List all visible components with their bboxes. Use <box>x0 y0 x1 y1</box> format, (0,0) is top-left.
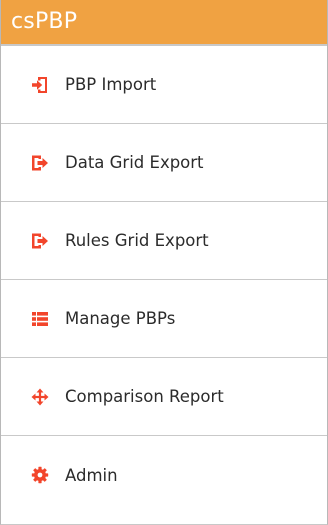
sidebar-item-label: Admin <box>65 465 118 485</box>
sidebar-item-pbp-import[interactable]: PBP Import <box>1 46 327 124</box>
sidebar-item-admin[interactable]: Admin <box>1 436 327 514</box>
sidebar-item-rules-grid-export[interactable]: Rules Grid Export <box>1 202 327 280</box>
sidebar-item-label: Data Grid Export <box>65 153 204 172</box>
sign-out-icon <box>31 232 49 250</box>
sidebar-item-label: PBP Import <box>65 75 157 94</box>
sidebar-item-label: Rules Grid Export <box>65 231 209 250</box>
sign-out-icon <box>31 154 49 172</box>
sidebar-item-label: Comparison Report <box>65 387 224 406</box>
arrows-move-icon <box>31 388 49 406</box>
sidebar-item-data-grid-export[interactable]: Data Grid Export <box>1 124 327 202</box>
sidebar-menu: PBP Import Data Grid Export Rules Grid E… <box>1 46 327 514</box>
app-title: csPBP <box>1 0 327 46</box>
list-icon <box>31 310 49 328</box>
gear-icon <box>31 466 49 484</box>
sidebar-panel: csPBP PBP Import Data Grid Export Rules … <box>0 0 328 525</box>
sign-in-icon <box>31 76 49 94</box>
sidebar-item-manage-pbps[interactable]: Manage PBPs <box>1 280 327 358</box>
sidebar-item-comparison-report[interactable]: Comparison Report <box>1 358 327 436</box>
sidebar-item-label: Manage PBPs <box>65 309 176 328</box>
